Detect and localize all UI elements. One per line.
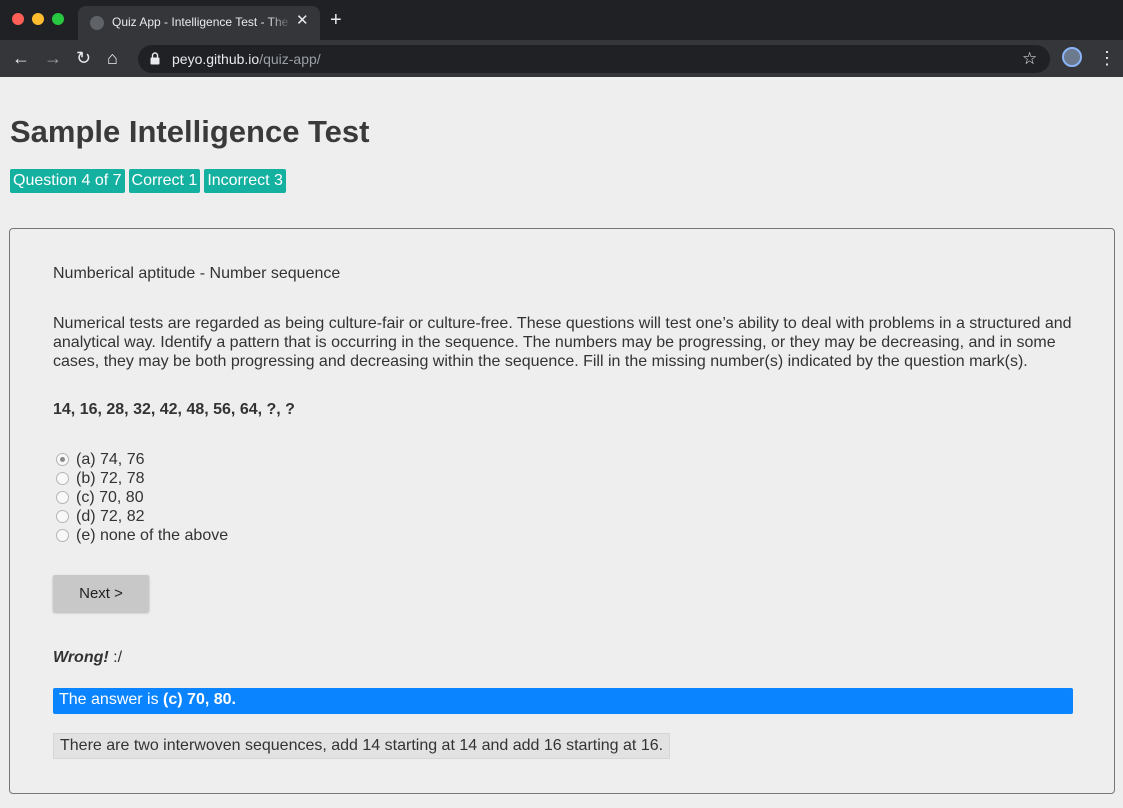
correct-count-badge: Correct 1 (128, 169, 201, 193)
option-label: (a) 74, 76 (76, 450, 145, 468)
answer-option[interactable]: (d) 72, 82 (53, 507, 228, 526)
maximize-window-button[interactable] (52, 13, 64, 25)
question-card: Numberical aptitude - Number sequence Nu… (9, 228, 1115, 794)
page-title: Sample Intelligence Test (10, 114, 370, 149)
close-window-button[interactable] (12, 13, 24, 25)
wrong-suffix: :/ (108, 649, 123, 666)
bookmark-star-icon[interactable]: ☆ (1022, 49, 1037, 69)
answer-explanation: There are two interwoven sequences, add … (53, 733, 671, 759)
forward-arrow-icon[interactable]: → (44, 48, 62, 68)
answer-option[interactable]: (e) none of the above (53, 526, 228, 545)
url-path: /quiz-app/ (259, 51, 321, 67)
minimize-window-button[interactable] (32, 13, 44, 25)
home-icon[interactable]: ⌂ (107, 48, 118, 68)
reload-icon[interactable]: ↻ (76, 48, 91, 68)
radio-button[interactable] (56, 529, 69, 542)
feedback-message: Wrong! :/ (53, 649, 122, 667)
url-text: peyo.github.io/quiz-app/ (172, 51, 321, 67)
browser-toolbar: ← → ↻ ⌂ peyo.github.io/quiz-app/ ☆ ⋮ (0, 40, 1123, 77)
browser-menu-icon[interactable]: ⋮ (1098, 48, 1116, 68)
answer-option[interactable]: (a) 74, 76 (53, 450, 228, 469)
new-tab-icon[interactable]: + (330, 10, 342, 30)
option-label: (b) 72, 78 (76, 469, 145, 487)
browser-tab[interactable]: Quiz App - Intelligence Test - The Best … (78, 6, 320, 40)
question-category: Numberical aptitude - Number sequence (53, 265, 341, 282)
number-sequence: 14, 16, 28, 32, 42, 48, 56, 64, ?, ? (53, 401, 295, 418)
profile-avatar[interactable] (1062, 47, 1082, 67)
next-button[interactable]: Next > (53, 575, 149, 612)
option-label: (d) 72, 82 (76, 507, 145, 525)
browser-titlebar: Quiz App - Intelligence Test - The Best … (0, 0, 1123, 40)
quiz-status-badges: Question 4 of 7 Correct 1 Incorrect 3 (10, 169, 286, 193)
globe-icon (90, 16, 104, 30)
back-arrow-icon[interactable]: ← (12, 48, 30, 68)
radio-button[interactable] (56, 453, 69, 466)
option-label: (e) none of the above (76, 526, 229, 544)
answer-option[interactable]: (c) 70, 80 (53, 488, 228, 507)
answer-prefix: The answer is (59, 691, 164, 708)
question-description: Numerical tests are regarded as being cu… (53, 315, 1072, 370)
answer-option[interactable]: (b) 72, 78 (53, 469, 228, 488)
wrong-word: Wrong! (53, 649, 109, 666)
option-label: (c) 70, 80 (76, 488, 144, 506)
correct-answer-bar: The answer is (c) 70, 80. (53, 688, 1073, 714)
radio-button[interactable] (56, 472, 69, 485)
url-host: peyo.github.io (172, 51, 260, 67)
lock-icon (150, 52, 160, 65)
radio-button[interactable] (56, 510, 69, 523)
radio-button[interactable] (56, 491, 69, 504)
answer-options: (a) 74, 76 (b) 72, 78 (c) 70, 80 (d) 72,… (53, 450, 228, 545)
answer-value: (c) 70, 80. (163, 691, 236, 708)
tab-title: Quiz App - Intelligence Test - The Best … (112, 15, 292, 29)
close-tab-icon[interactable]: ✕ (296, 13, 309, 29)
question-counter-badge: Question 4 of 7 (10, 169, 125, 193)
incorrect-count-badge: Incorrect 3 (204, 169, 286, 193)
address-bar[interactable]: peyo.github.io/quiz-app/ ☆ (138, 45, 1050, 73)
